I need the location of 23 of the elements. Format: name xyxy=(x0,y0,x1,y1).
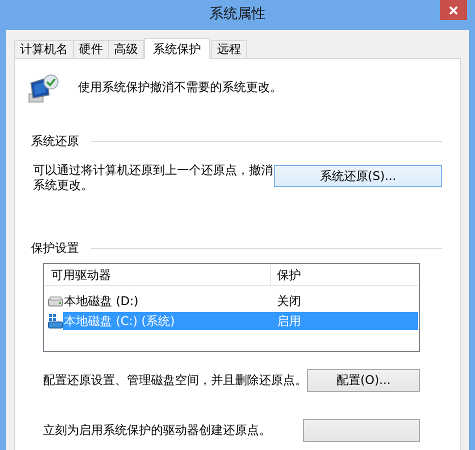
description-text: 立刻为启用系统保护的驱动器创建还原点。 xyxy=(43,422,271,439)
column-header[interactable]: 可用驱动器 xyxy=(45,265,271,285)
tab[interactable]: 远程 xyxy=(211,40,247,58)
close-button[interactable] xyxy=(440,0,467,20)
description-text: 配置还原设置、管理磁盘空间，并且删除还原点。 xyxy=(43,372,307,389)
description-text: 可以通过将计算机还原到上一个还原点，撤消系统更改。 xyxy=(33,163,274,193)
system-drive-icon xyxy=(48,314,63,328)
column-header[interactable]: 保护 xyxy=(271,265,418,285)
system-restore-button[interactable]: 系统还原(S)... xyxy=(274,165,442,187)
computer-shield-icon xyxy=(27,73,61,103)
section-heading: 保护设置 xyxy=(31,240,79,257)
tab[interactable]: 硬件 xyxy=(73,40,109,58)
close-icon xyxy=(449,6,458,14)
tab[interactable]: 计算机名 xyxy=(14,40,74,58)
window-title: 系统属性 xyxy=(210,5,266,23)
tab[interactable]: 高级 xyxy=(108,40,144,58)
configure-button[interactable]: 配置(O)... xyxy=(307,369,420,392)
drive-name[interactable]: 本地磁盘 (D:) xyxy=(63,292,271,310)
description-text: 使用系统保护撤消不需要的系统更改。 xyxy=(78,79,282,96)
protection-status[interactable]: 关闭 xyxy=(271,292,418,310)
section-heading: 系统还原 xyxy=(31,133,79,150)
tab[interactable]: 系统保护 xyxy=(144,38,210,59)
drive-icon xyxy=(48,295,63,307)
